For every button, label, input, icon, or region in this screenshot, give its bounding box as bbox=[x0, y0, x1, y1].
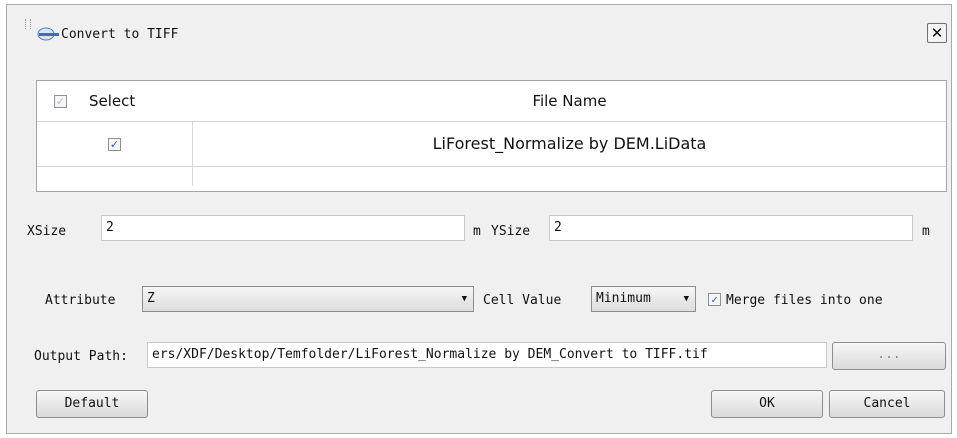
ok-button[interactable]: OK bbox=[711, 390, 823, 418]
file-table: ✓ Select File Name ✓ LiForest_Normalize … bbox=[36, 80, 947, 192]
title-bar[interactable]: Convert to TIFF ✕ bbox=[7, 5, 951, 65]
merge-files-checkbox[interactable]: ✓ bbox=[708, 293, 721, 306]
browse-button[interactable]: ... bbox=[832, 342, 946, 370]
cell-value-label: Cell Value bbox=[483, 293, 562, 308]
row-file-name: LiForest_Normalize by DEM.LiData bbox=[432, 134, 707, 153]
ysize-input[interactable]: 2 bbox=[549, 215, 913, 241]
column-header-select[interactable]: Select bbox=[89, 92, 135, 110]
table-row[interactable]: ✓ LiForest_Normalize by DEM.LiData bbox=[37, 121, 946, 167]
ysize-unit: m bbox=[922, 224, 930, 239]
attribute-dropdown[interactable]: Z ▼ bbox=[142, 286, 474, 312]
chevron-down-icon: ▼ bbox=[683, 294, 689, 304]
column-header-file-name[interactable]: File Name bbox=[193, 92, 946, 110]
drag-grip-icon[interactable] bbox=[25, 19, 31, 29]
attribute-value: Z bbox=[147, 291, 155, 306]
default-button[interactable]: Default bbox=[36, 390, 148, 418]
convert-to-tiff-dialog: Convert to TIFF ✕ ✓ Select File Name ✓ L… bbox=[6, 4, 952, 434]
select-all-checkbox[interactable]: ✓ bbox=[54, 95, 67, 108]
merge-files-label[interactable]: Merge files into one bbox=[726, 293, 883, 308]
cell-value-dropdown[interactable]: Minimum ▼ bbox=[591, 286, 696, 312]
cancel-button[interactable]: Cancel bbox=[829, 390, 945, 418]
row-select-checkbox[interactable]: ✓ bbox=[108, 138, 121, 151]
app-logo-icon bbox=[37, 27, 59, 41]
close-button[interactable]: ✕ bbox=[927, 23, 947, 43]
table-header: ✓ Select File Name bbox=[37, 81, 946, 122]
output-path-label: Output Path: bbox=[34, 349, 128, 364]
output-path-input[interactable]: ers/XDF/Desktop/Temfolder/LiForest_Norma… bbox=[147, 342, 827, 368]
xsize-input[interactable]: 2 bbox=[101, 215, 465, 241]
xsize-label: XSize bbox=[27, 224, 67, 239]
dialog-title: Convert to TIFF bbox=[61, 27, 179, 42]
ysize-label: YSize bbox=[491, 224, 531, 239]
attribute-label: Attribute bbox=[45, 293, 116, 308]
xsize-unit: m bbox=[473, 224, 481, 239]
chevron-down-icon: ▼ bbox=[461, 294, 467, 304]
cell-value-selected: Minimum bbox=[596, 291, 651, 306]
